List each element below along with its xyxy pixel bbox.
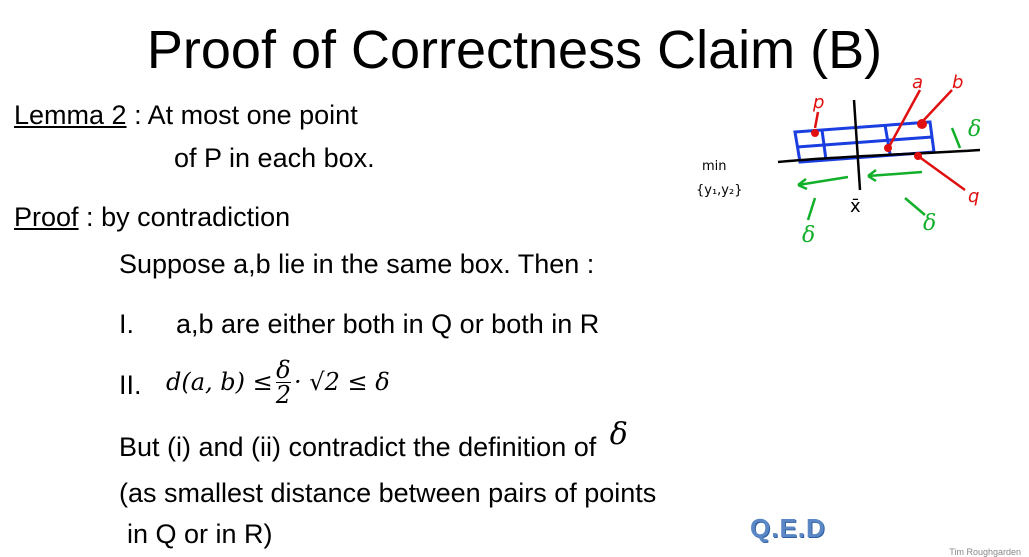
- lemma-label: Lemma 2: [14, 100, 127, 130]
- proof-method: by contradiction: [101, 202, 291, 232]
- point-b: [917, 119, 927, 129]
- sketch-label-y: {y₁,y₂}: [696, 183, 742, 198]
- handdrawn-sketch: p a b q δ δ δ min {y₁,y₂} x̄: [696, 72, 981, 248]
- footer-credit: Tim Roughgarden: [949, 547, 1021, 557]
- item-2-formula: d(a, b) ≤ δ 2 · √2 ≤ δ: [166, 347, 390, 417]
- suppose-text: Suppose a,b lie in the same box. Then :: [119, 249, 595, 279]
- fraction-numerator: δ: [276, 355, 291, 384]
- sketch-label-q: q: [968, 186, 979, 207]
- sketch-label-min: min: [702, 159, 727, 174]
- lemma-text-1: At most one point: [147, 100, 358, 130]
- lemma-sep: :: [126, 100, 148, 130]
- formula-rhs: · √2 ≤ δ: [294, 368, 390, 396]
- sketch-delta-left: δ: [802, 223, 815, 248]
- sketch-label-xbar: x̄: [850, 196, 861, 217]
- item-1-number: I.: [119, 309, 135, 339]
- item-2-number: II.: [119, 370, 142, 400]
- proof-label: Proof: [14, 202, 79, 232]
- qed-mark: Q.E.D: [750, 513, 826, 543]
- proof-line: Proof : by contradiction: [14, 200, 290, 234]
- sketch-delta-top: δ: [968, 117, 981, 142]
- sketch-label-b: b: [952, 72, 963, 93]
- sketch-label-p: p: [812, 92, 824, 113]
- lemma-line: Lemma 2 : At most one point: [14, 98, 358, 132]
- paren-line-1: (as smallest distance between pairs of p…: [119, 478, 657, 508]
- point-a: [884, 144, 892, 152]
- proof-sep: :: [78, 202, 102, 232]
- lemma-text-2: of P in each box.: [174, 143, 375, 173]
- sketch-label-a: a: [912, 72, 923, 93]
- point-q: [914, 152, 922, 160]
- but-line: But (i) and (ii) contradict the definiti…: [119, 418, 628, 464]
- formula-lhs: d(a, b) ≤: [166, 368, 273, 396]
- sketch-delta-right: δ: [923, 211, 936, 236]
- formula-fraction: δ 2: [275, 355, 292, 409]
- item-1-text: a,b are either both in Q or both in R: [176, 309, 600, 339]
- point-p: [811, 129, 819, 137]
- delta-symbol: δ: [609, 417, 628, 452]
- but-text: But (i) and (ii) contradict the definiti…: [119, 432, 597, 462]
- fraction-denominator: 2: [275, 380, 292, 409]
- paren-line-2: in Q or in R): [127, 519, 273, 549]
